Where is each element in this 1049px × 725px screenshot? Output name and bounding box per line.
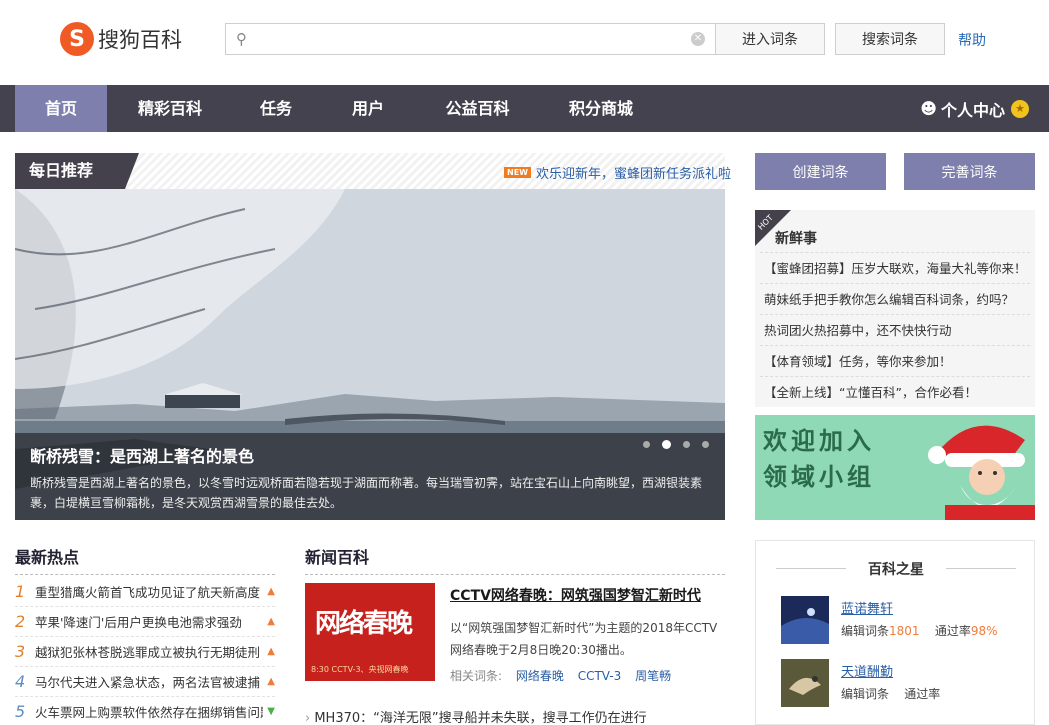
- enter-entry-button[interactable]: 进入词条: [715, 23, 825, 55]
- daily-title: 每日推荐: [15, 153, 139, 189]
- list-item[interactable]: 4 马尔代夫进入紧急状态，两名法官被逮捕 ▲: [15, 667, 275, 697]
- hot-section-title: 最新热点: [15, 544, 275, 575]
- fresh-list: 【蜜蜂团招募】压岁大联欢，海量大礼等你来！ 萌妹纸手把手教你怎么编辑百科词条，约…: [760, 252, 1030, 407]
- improve-entry-button[interactable]: 完善词条: [904, 153, 1035, 190]
- avatar: [781, 659, 829, 707]
- news-list-text: MH370：“海洋无限”搜寻船并未失联，搜寻工作仍在进行: [314, 711, 647, 725]
- list-item[interactable]: 【蜜蜂团招募】压岁大联欢，海量大礼等你来！: [760, 252, 1030, 283]
- news-image-caption: 8:30 CCTV-3、央视网春晚: [311, 665, 409, 674]
- list-item[interactable]: 1 重型猎鹰火箭首飞成功见证了航天新高度 ▲: [15, 577, 275, 607]
- user-center-label: 个人中心: [940, 100, 1005, 120]
- user-center[interactable]: ☻ 个人中心 ★: [920, 85, 1029, 132]
- trend-down-icon: ▼: [267, 706, 275, 717]
- wiki-stars-box: 百科之星 蓝诺舞轩 编辑词条1801 通过率98% 天道酬勤 编辑词条 通过率: [755, 540, 1035, 725]
- item-number: 3: [15, 642, 26, 661]
- fresh-news-box: HOT 新鲜事 【蜜蜂团招募】压岁大联欢，海量大礼等你来！ 萌妹纸手把手教你怎么…: [755, 210, 1035, 407]
- list-item[interactable]: 3 越狱犯张林苍脱逃罪成立被执行无期徒刑 ▲: [15, 637, 275, 667]
- related-label: 相关词条:: [450, 669, 503, 683]
- nav-users[interactable]: 用户: [332, 85, 404, 132]
- banner-line: 欢迎加入: [763, 427, 875, 455]
- item-number: 4: [15, 672, 26, 691]
- slide-dots: [643, 440, 709, 449]
- trend-up-icon: ▲: [267, 616, 275, 627]
- slide-title[interactable]: 断桥残雪：是西湖上著名的景色: [30, 443, 254, 467]
- trend-up-icon: ▲: [267, 676, 275, 687]
- banner-line: 领域小组: [763, 463, 875, 491]
- help-link[interactable]: 帮助: [958, 30, 986, 50]
- slide-dot[interactable]: [683, 441, 690, 448]
- slide-caption: 断桥残雪：是西湖上著名的景色 断桥残雪是西湖上著名的景色，以冬雪时远观桥面若隐若…: [15, 433, 725, 520]
- nav-points-mall[interactable]: 积分商城: [555, 85, 647, 132]
- star-name[interactable]: 天道酬勤: [841, 661, 893, 680]
- list-item[interactable]: 【体育领域】任务，等你来参加！: [760, 345, 1030, 376]
- search-input[interactable]: [260, 28, 680, 50]
- news-section-title: 新闻百科: [305, 544, 725, 575]
- feature-slideshow[interactable]: 断桥残雪：是西湖上著名的景色 断桥残雪是西湖上著名的景色，以冬雪时远观桥面若隐若…: [15, 189, 725, 520]
- banner-text: 欢迎加入 领域小组: [763, 423, 875, 495]
- item-number: 2: [15, 612, 26, 631]
- stars-title: 百科之星: [776, 559, 1016, 579]
- news-image[interactable]: 网络春晚 8:30 CCTV-3、央视网春晚: [305, 583, 435, 681]
- list-item[interactable]: 萌妹纸手把手教你怎么编辑百科词条，约吗？: [760, 283, 1030, 314]
- logo[interactable]: S 搜狗百科: [60, 20, 200, 58]
- news-image-text: 网络春晚: [315, 609, 413, 639]
- list-item[interactable]: 2 苹果'降速门'后用户更换电池需求强劲 ▲: [15, 607, 275, 637]
- item-number: 1: [15, 582, 26, 601]
- nav-featured[interactable]: 精彩百科: [120, 85, 220, 132]
- new-badge: NEW: [504, 167, 531, 178]
- daily-news-text: 欢乐迎新年，蜜蜂团新任务派礼啦: [535, 167, 731, 182]
- news-list-item[interactable]: › MH370：“海洋无限”搜寻船并未失联，搜寻工作仍在进行: [305, 707, 725, 725]
- item-text: 越狱犯张林苍脱逃罪成立被执行无期徒刑: [35, 645, 261, 660]
- news-related: 相关词条: 网络春晚 CCTV-3 周笔畅: [450, 667, 671, 684]
- star-user[interactable]: 天道酬勤 编辑词条 通过率: [781, 659, 1021, 709]
- clear-icon[interactable]: ✕: [691, 32, 705, 46]
- search-box: ⚲ ✕: [225, 23, 715, 55]
- related-link[interactable]: CCTV-3: [578, 669, 622, 683]
- related-link[interactable]: 网络春晚: [516, 669, 564, 683]
- item-text: 马尔代夫进入紧急状态，两名法官被逮捕: [35, 675, 261, 690]
- news-description: 以“网筑强国梦智汇新时代”为主题的2018年CCTV网络春晚于2月8日晚20:3…: [450, 621, 718, 657]
- item-text: 重型猎鹰火箭首飞成功见证了航天新高度: [35, 585, 261, 600]
- coin-icon: ★: [1011, 99, 1029, 118]
- nav-tasks[interactable]: 任务: [240, 85, 312, 132]
- list-item[interactable]: 热词团火热招募中，还不快快行动: [760, 314, 1030, 345]
- main-nav: 首页 精彩百科 任务 用户 公益百科 积分商城 ☻ 个人中心 ★: [0, 85, 1049, 132]
- item-number: 5: [15, 702, 26, 721]
- avatar: [781, 596, 829, 644]
- slide-description: 断桥残雪是西湖上著名的景色，以冬雪时远观桥面若隐若现于湖面而称著。每当瑞雪初霁，…: [30, 476, 703, 510]
- star-user[interactable]: 蓝诺舞轩 编辑词条1801 通过率98%: [781, 596, 1021, 646]
- star-info: 编辑词条 通过率: [841, 687, 941, 701]
- star-name[interactable]: 蓝诺舞轩: [841, 598, 893, 617]
- slide-dot[interactable]: [643, 441, 650, 448]
- sogou-logo-icon: S: [60, 22, 94, 56]
- slide-dot-active[interactable]: [662, 440, 671, 449]
- news-headline-link[interactable]: CCTV网络春晚：网筑强国梦智汇新时代: [450, 585, 701, 605]
- fresh-title: 新鲜事: [775, 231, 817, 247]
- trend-up-icon: ▲: [267, 646, 275, 657]
- trend-up-icon: ▲: [267, 586, 275, 597]
- hot-list: 1 重型猎鹰火箭首飞成功见证了航天新高度 ▲ 2 苹果'降速门'后用户更换电池需求强劲…: [15, 577, 275, 725]
- nav-charity[interactable]: 公益百科: [430, 85, 525, 132]
- slide-dot[interactable]: [702, 441, 709, 448]
- item-text: 火车票网上购票软件依然存在捆绑销售问题: [35, 705, 264, 720]
- list-item[interactable]: 5 火车票网上购票软件依然存在捆绑销售问题 ▼: [15, 697, 275, 725]
- search-icon: ⚲: [236, 30, 247, 48]
- bullet-icon: ›: [305, 711, 315, 725]
- join-group-banner[interactable]: 欢迎加入 领域小组: [755, 415, 1035, 520]
- create-entry-button[interactable]: 创建词条: [755, 153, 886, 190]
- star-info: 编辑词条1801 通过率98%: [841, 624, 998, 638]
- nav-home[interactable]: 首页: [15, 85, 107, 132]
- related-link[interactable]: 周笔畅: [635, 669, 671, 683]
- user-icon: ☻: [920, 99, 937, 118]
- search-entry-button[interactable]: 搜索词条: [835, 23, 945, 55]
- logo-text: 搜狗百科: [98, 28, 182, 52]
- list-item[interactable]: 【全新上线】“立懂百科”，合作必看！: [760, 376, 1030, 407]
- item-text: 苹果'降速门'后用户更换电池需求强劲: [35, 615, 242, 630]
- santa-icon: [928, 425, 1035, 520]
- daily-news-link[interactable]: NEW 欢乐迎新年，蜜蜂团新任务派礼啦: [504, 163, 731, 182]
